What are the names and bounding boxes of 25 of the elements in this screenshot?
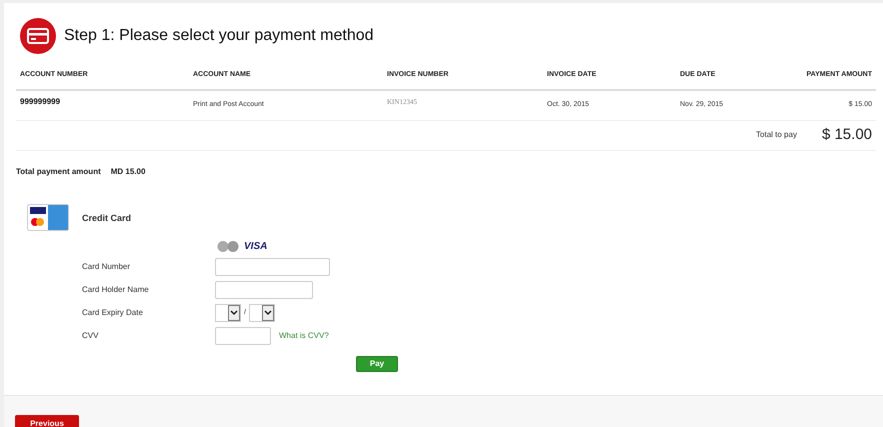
card-logos-icon	[27, 204, 69, 230]
caret-icon	[264, 310, 272, 316]
page-title: Step 1: Please select your payment method	[64, 26, 374, 46]
table-cell-text: 999999999	[20, 96, 62, 108]
mastercard-logo-icon	[216, 241, 240, 252]
total-payment-label: Total payment amount	[16, 166, 101, 178]
what-is-cvv-link[interactable]: What is CVV?	[279, 330, 329, 342]
total-to-pay-value: $ 15.00	[822, 124, 872, 145]
field-label: Card Expiry Date	[82, 307, 144, 319]
visa-logo: VISA	[244, 240, 268, 254]
caret-icon	[230, 310, 238, 316]
input-field[interactable]	[215, 281, 313, 299]
dropdown[interactable]	[248, 304, 275, 322]
field-label: Card Holder Name	[82, 284, 150, 296]
payment-method-label: Credit Card	[82, 212, 132, 224]
pay-button[interactable]: Pay	[356, 356, 398, 372]
total-payment-value: MD 15.00	[110, 166, 146, 178]
input-field[interactable]	[215, 258, 330, 276]
field-label: Card Number	[82, 261, 132, 273]
previous-button[interactable]: Previous	[15, 415, 79, 427]
credit-card-icon	[20, 18, 56, 54]
dropdown[interactable]	[215, 304, 241, 322]
total-to-pay-label: Total to pay	[756, 129, 797, 141]
field-label: CVV	[82, 330, 100, 342]
input-field[interactable]	[215, 327, 271, 345]
